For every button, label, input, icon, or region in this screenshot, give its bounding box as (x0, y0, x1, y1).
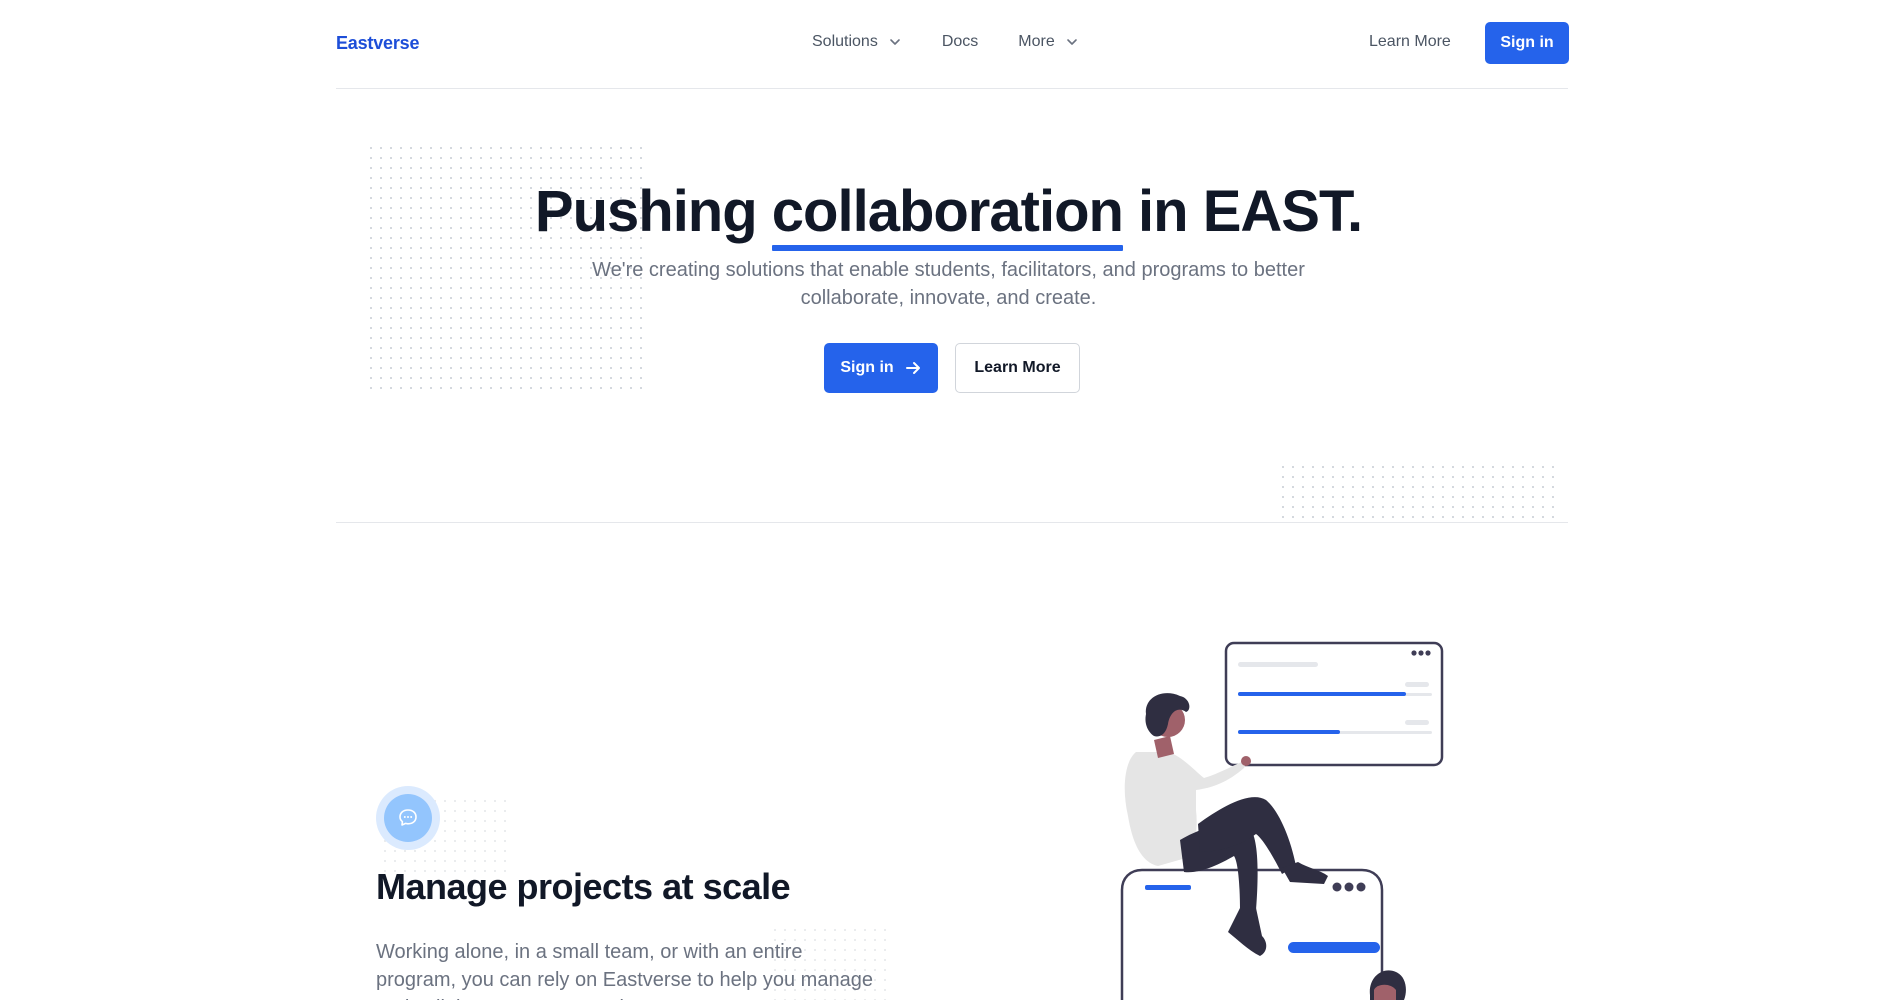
chat-bubble-icon (384, 794, 432, 842)
menu-item-solutions[interactable]: Solutions (812, 33, 902, 51)
hero-learn-more-button[interactable]: Learn More (955, 343, 1080, 393)
chevron-down-icon (1066, 39, 1077, 45)
hero-subtitle: We're creating solutions that enable stu… (592, 259, 1305, 309)
hero-title-start: Pushing (534, 179, 772, 244)
collaboration-illustration (1120, 641, 1444, 1000)
nav-learn-more-link[interactable]: Learn More (1369, 33, 1451, 51)
menu-item-label: More (1018, 33, 1055, 50)
main-menu: Solutions Docs More (812, 33, 1119, 51)
feature-icon-badge (376, 786, 440, 850)
hero-title-end: in EAST. (1122, 179, 1363, 244)
hero-title: Pushing collaboration in EAST. (0, 178, 1897, 251)
chevron-down-icon (890, 39, 900, 45)
arrow-right-icon (905, 362, 920, 374)
hero-title-highlight: collaboration (771, 179, 1124, 251)
feature-title: Manage projects at scale (376, 866, 791, 907)
button-label: Sign in (840, 359, 894, 376)
menu-item-more[interactable]: More (1018, 33, 1078, 51)
brand-logo[interactable]: Eastverse (336, 33, 419, 54)
menu-item-docs[interactable]: Docs (942, 33, 978, 51)
hero-sign-in-button[interactable]: Sign in (824, 343, 938, 393)
feature-description: Working alone, in a small team, or with … (376, 941, 873, 1000)
top-navigation: Eastverse Solutions Docs More Learn More… (336, 0, 1569, 89)
nav-sign-in-button[interactable]: Sign in (1485, 22, 1569, 64)
menu-item-label: Docs (941, 33, 979, 50)
menu-item-label: Solutions (812, 33, 878, 50)
section-divider (336, 522, 1568, 523)
dot-pattern-decoration (1278, 462, 1562, 526)
